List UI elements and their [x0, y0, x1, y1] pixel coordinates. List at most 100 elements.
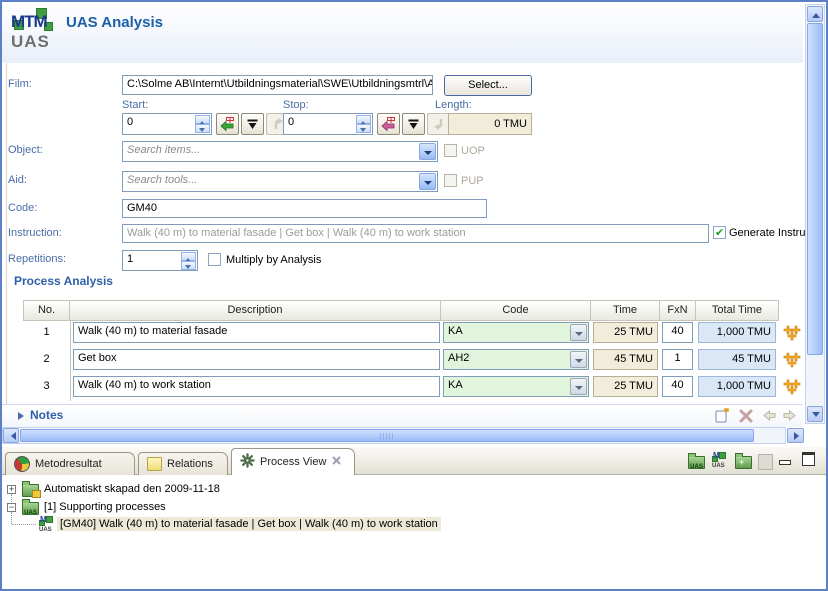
tree-expander-minus[interactable]: [7, 503, 16, 512]
set-stop-from-film-button[interactable]: [377, 113, 400, 135]
description-field[interactable]: Get box: [73, 349, 440, 370]
locked-folder-icon: [22, 481, 38, 497]
close-icon[interactable]: [331, 455, 342, 469]
multiply-by-analysis-checkbox[interactable]: [208, 253, 221, 266]
aid-label: Aid:: [8, 174, 27, 186]
value-added-icon: [783, 379, 801, 398]
code-combo[interactable]: KA: [443, 376, 589, 397]
fxn-field[interactable]: 40: [662, 376, 693, 397]
mini-uas-text: UAS: [39, 527, 52, 533]
folder-uas-text: UAS: [22, 510, 39, 516]
column-header-code: Code: [440, 300, 591, 321]
folder-uas-text: UAS: [688, 464, 705, 470]
chevron-down-icon[interactable]: [419, 173, 436, 190]
stop-spin-up-icon[interactable]: [356, 115, 371, 124]
tab-metodresultat[interactable]: Metodresultat: [5, 452, 135, 475]
instruction-field: Walk (40 m) to material fasade | Get box…: [122, 224, 709, 243]
mtm-uas-logo-icon: MTM UAS: [10, 6, 62, 60]
set-start-from-film-button[interactable]: [216, 113, 239, 135]
pink-marker-arrow-icon: [381, 117, 396, 132]
process-view-panel: Metodresultat Relations Process View: [2, 447, 826, 589]
description-field[interactable]: Walk (40 m) to material fasade: [73, 322, 440, 343]
horizontal-scroll-thumb[interactable]: [20, 429, 754, 442]
length-field: 0 TMU: [448, 113, 532, 135]
repetitions-spin-down-icon[interactable]: [181, 261, 196, 270]
column-header-fxn: FxN: [659, 300, 696, 321]
aid-combo[interactable]: Search tools...: [122, 171, 438, 192]
generate-instruction-checkbox[interactable]: [713, 226, 726, 239]
film-label: Film:: [8, 78, 32, 90]
chevron-down-icon[interactable]: [419, 143, 436, 160]
vertical-scroll-thumb[interactable]: [807, 23, 823, 355]
column-header-description: Description: [69, 300, 441, 321]
new-uas-folder-button[interactable]: +: [735, 453, 751, 469]
uas-folder-icon: UAS: [22, 499, 38, 515]
tree-item-supporting-processes[interactable]: [1] Supporting processes: [44, 501, 166, 513]
film-path-field[interactable]: C:\Solme AB\Internt\Utbildningsmaterial\…: [122, 75, 433, 95]
repetitions-spinner[interactable]: 1: [122, 250, 198, 271]
maximize-view-button[interactable]: [799, 452, 817, 467]
row-number: 1: [23, 322, 70, 338]
chevron-down-icon[interactable]: [570, 324, 587, 341]
go-to-start-button[interactable]: [241, 113, 264, 135]
logo-text-bottom: UAS: [11, 32, 50, 52]
new-note-button[interactable]: [714, 408, 730, 424]
start-spinner[interactable]: 0: [122, 113, 212, 135]
object-placeholder: Search items...: [127, 144, 200, 156]
tree-item-gm40-selected[interactable]: [GM40] Walk (40 m) to material fasade | …: [57, 517, 441, 531]
total-time-field: 45 TMU: [698, 349, 776, 370]
time-field: 45 TMU: [593, 349, 658, 370]
stop-spinner[interactable]: 0: [283, 113, 373, 135]
description-field[interactable]: Walk (40 m) to work station: [73, 376, 440, 397]
code-combo[interactable]: KA: [443, 322, 589, 343]
scroll-up-button[interactable]: [807, 6, 823, 22]
start-spin-down-icon[interactable]: [195, 124, 210, 133]
start-value: 0: [127, 116, 133, 128]
tab-relations[interactable]: Relations: [138, 452, 228, 475]
row-number: 2: [23, 349, 70, 365]
notes-title[interactable]: Notes: [30, 408, 63, 422]
tab-process-view[interactable]: Process View: [231, 448, 355, 475]
tree-item-automatiskt[interactable]: Automatiskt skapad den 2009-11-18: [44, 483, 220, 495]
repetitions-value: 1: [127, 253, 133, 265]
repetitions-spin-up-icon[interactable]: [181, 252, 196, 261]
chevron-down-icon[interactable]: [570, 378, 587, 395]
mini-uas-text: UAS: [712, 463, 725, 469]
object-combo[interactable]: Search items...: [122, 141, 438, 162]
code-field[interactable]: GM40: [122, 199, 487, 218]
green-marker-arrow-icon: [220, 117, 235, 132]
header: MTM UAS UAS Analysis: [2, 2, 803, 64]
row-number: 3: [23, 376, 70, 392]
gear-icon: [240, 453, 255, 471]
tree-expander-plus[interactable]: [7, 485, 16, 494]
chevron-down-icon[interactable]: [570, 351, 587, 368]
value-added-icon: [783, 352, 801, 371]
delete-note-button-disabled: [739, 409, 755, 425]
scroll-right-button[interactable]: [787, 428, 804, 443]
scroll-down-button[interactable]: [807, 406, 823, 422]
mtm-uas-button[interactable]: M UAS: [711, 452, 727, 468]
go-to-stop-button[interactable]: [402, 113, 425, 135]
horizontal-scrollbar[interactable]: [2, 427, 786, 444]
length-label: Length:: [435, 99, 472, 111]
uas-folder-button[interactable]: UAS: [688, 453, 704, 469]
expander-arrow-icon[interactable]: [18, 412, 28, 420]
code-combo[interactable]: AH2: [443, 349, 589, 370]
triangle-bar-icon: [407, 118, 420, 131]
tree-connector: [12, 524, 36, 525]
stop-spin-down-icon[interactable]: [356, 124, 371, 133]
export-button-disabled: [758, 453, 774, 469]
curved-arrow-down-icon: [432, 117, 446, 131]
repetitions-label: Repetitions:: [8, 253, 66, 265]
code-value: KA: [448, 325, 463, 337]
start-spin-up-icon[interactable]: [195, 115, 210, 124]
vertical-scrollbar[interactable]: [805, 4, 825, 424]
pup-checkbox: [444, 174, 457, 187]
value-added-icon: [783, 325, 801, 344]
select-button[interactable]: Select...: [444, 75, 532, 96]
page-title: UAS Analysis: [66, 14, 163, 31]
fxn-field[interactable]: 40: [662, 322, 693, 343]
minimize-view-button[interactable]: [776, 452, 794, 467]
scroll-left-button[interactable]: [3, 428, 19, 443]
fxn-field[interactable]: 1: [662, 349, 693, 370]
